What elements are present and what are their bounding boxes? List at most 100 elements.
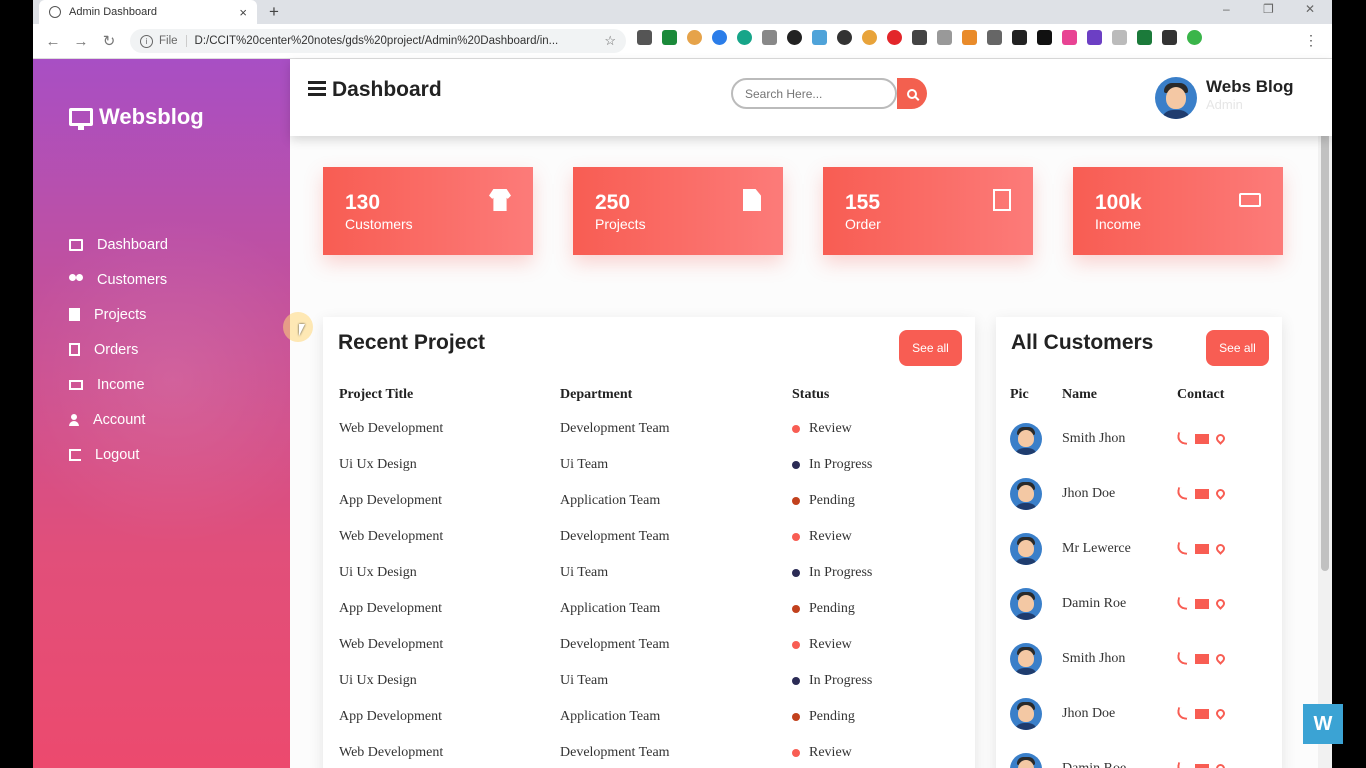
see-all-button[interactable]: See all: [899, 330, 962, 366]
phone-icon[interactable]: [1176, 487, 1189, 500]
back-button[interactable]: ←: [39, 33, 67, 50]
table-row[interactable]: Web Development Development Team Review: [339, 411, 959, 447]
browser-tab[interactable]: Admin Dashboard ×: [39, 0, 257, 24]
extension-icon[interactable]: [912, 30, 927, 45]
tab-close-icon[interactable]: ×: [239, 5, 247, 20]
extension-icon[interactable]: [1087, 30, 1102, 45]
browser-menu-icon[interactable]: ⋮: [1304, 32, 1318, 49]
extension-icon[interactable]: [1187, 30, 1202, 45]
extension-icon[interactable]: [1137, 30, 1152, 45]
extension-icon[interactable]: [1162, 30, 1177, 45]
stat-card-customers[interactable]: 130 Customers: [323, 167, 533, 255]
sidebar-item-logout[interactable]: Logout: [69, 437, 168, 472]
extension-icon[interactable]: [662, 30, 677, 45]
brand-logo[interactable]: Websblog: [69, 104, 204, 130]
table-row[interactable]: Web Development Development Team Review: [339, 627, 959, 663]
phone-icon[interactable]: [1176, 597, 1189, 610]
info-icon[interactable]: i: [140, 34, 153, 48]
map-marker-icon[interactable]: [1214, 432, 1227, 445]
extension-icon[interactable]: [762, 30, 777, 45]
extension-icon[interactable]: [987, 30, 1002, 45]
extension-icon[interactable]: [887, 30, 902, 45]
envelope-icon[interactable]: [1195, 598, 1209, 609]
page-scrollbar[interactable]: [1318, 59, 1332, 768]
department-cell: Ui Team: [560, 457, 609, 472]
phone-icon[interactable]: [1176, 762, 1189, 768]
sidebar-item-dashboard[interactable]: Dashboard: [69, 227, 168, 262]
table-row[interactable]: Ui Ux Design Ui Team In Progress: [339, 663, 959, 699]
phone-icon[interactable]: [1176, 652, 1189, 665]
extension-icon[interactable]: [1012, 30, 1027, 45]
maximize-button[interactable]: ❐: [1263, 2, 1274, 16]
see-all-button[interactable]: See all: [1206, 330, 1269, 366]
monitor-icon: [69, 108, 93, 130]
extension-icon[interactable]: [937, 30, 952, 45]
table-row[interactable]: Smith Jhon: [1010, 411, 1260, 466]
extension-icon[interactable]: [1062, 30, 1077, 45]
envelope-icon[interactable]: [1195, 653, 1209, 664]
table-row[interactable]: Web Development Development Team Review: [339, 519, 959, 555]
address-bar[interactable]: i File D:/CCIT%20center%20notes/gds%20pr…: [130, 29, 626, 53]
search-input[interactable]: [731, 78, 897, 109]
table-row[interactable]: Jhon Doe: [1010, 686, 1260, 741]
table-row[interactable]: Ui Ux Design Ui Team In Progress: [339, 555, 959, 591]
map-marker-icon[interactable]: [1214, 707, 1227, 720]
map-marker-icon[interactable]: [1214, 652, 1227, 665]
sidebar-item-customers[interactable]: Customers: [69, 262, 168, 297]
sidebar-item-account[interactable]: Account: [69, 402, 168, 437]
extension-icon[interactable]: [1037, 30, 1052, 45]
table-row[interactable]: Mr Lewerce: [1010, 521, 1260, 576]
phone-icon[interactable]: [1176, 707, 1189, 720]
phone-icon[interactable]: [1176, 432, 1189, 445]
stat-card-order[interactable]: 155 Order: [823, 167, 1033, 255]
envelope-icon[interactable]: [1195, 543, 1209, 554]
extension-icon[interactable]: [837, 30, 852, 45]
hamburger-menu-icon[interactable]: [308, 81, 326, 99]
extension-icon[interactable]: [637, 30, 652, 45]
envelope-icon[interactable]: [1195, 763, 1209, 768]
new-tab-button[interactable]: +: [269, 2, 279, 22]
close-window-button[interactable]: ✕: [1305, 2, 1315, 16]
table-row[interactable]: Smith Jhon: [1010, 631, 1260, 686]
user-avatar[interactable]: [1155, 77, 1197, 119]
extension-icon[interactable]: [862, 30, 877, 45]
stat-card-projects[interactable]: 250 Projects: [573, 167, 783, 255]
sidebar-item-projects[interactable]: Projects: [69, 297, 168, 332]
map-marker-icon[interactable]: [1214, 762, 1227, 768]
table-row[interactable]: Web Development Development Team Review: [339, 735, 959, 768]
status-text: Review: [809, 421, 852, 436]
map-marker-icon[interactable]: [1214, 542, 1227, 555]
extension-icon[interactable]: [712, 30, 727, 45]
extension-icon[interactable]: [1112, 30, 1127, 45]
table-row[interactable]: Damin Roe: [1010, 741, 1260, 768]
table-row[interactable]: Ui Ux Design Ui Team In Progress: [339, 447, 959, 483]
table-row[interactable]: Damin Roe: [1010, 576, 1260, 631]
envelope-icon[interactable]: [1195, 488, 1209, 499]
scrollbar-thumb[interactable]: [1321, 71, 1329, 571]
table-row[interactable]: App Development Application Team Pending: [339, 483, 959, 519]
table-row[interactable]: App Development Application Team Pending: [339, 699, 959, 735]
extension-icon[interactable]: [787, 30, 802, 45]
forward-button[interactable]: →: [67, 33, 95, 50]
customer-name-cell: Smith Jhon: [1062, 650, 1126, 666]
table-row[interactable]: App Development Application Team Pending: [339, 591, 959, 627]
sidebar-item-orders[interactable]: Orders: [69, 332, 168, 367]
envelope-icon[interactable]: [1195, 708, 1209, 719]
url-text[interactable]: D:/CCIT%20center%20notes/gds%20project/A…: [195, 35, 559, 47]
table-row[interactable]: Jhon Doe: [1010, 466, 1260, 521]
extension-icon[interactable]: [812, 30, 827, 45]
phone-icon[interactable]: [1176, 542, 1189, 555]
extension-icon[interactable]: [687, 30, 702, 45]
map-marker-icon[interactable]: [1214, 487, 1227, 500]
contact-cell: [1176, 686, 1260, 741]
minimize-button[interactable]: –: [1223, 2, 1230, 16]
stat-card-income[interactable]: 100k Income: [1073, 167, 1283, 255]
bookmark-star-icon[interactable]: ☆: [604, 33, 616, 49]
map-marker-icon[interactable]: [1214, 597, 1227, 610]
envelope-icon[interactable]: [1195, 433, 1209, 444]
search-button[interactable]: [897, 78, 927, 109]
reload-button[interactable]: ↻: [95, 32, 123, 50]
sidebar-item-income[interactable]: Income: [69, 367, 168, 402]
extension-icon[interactable]: [962, 30, 977, 45]
extension-icon[interactable]: [737, 30, 752, 45]
